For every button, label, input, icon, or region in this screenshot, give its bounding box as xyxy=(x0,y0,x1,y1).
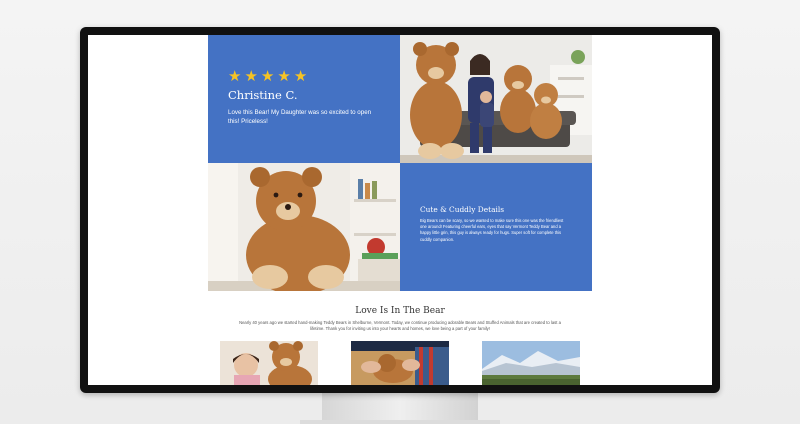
thumbnail-row xyxy=(88,341,712,385)
star-icon: ★ xyxy=(260,68,275,85)
star-rating: ★ ★ ★ ★ ★ xyxy=(228,69,380,84)
star-icon: ★ xyxy=(244,68,258,85)
hands-making-bear-thumbnail[interactable] xyxy=(351,341,449,385)
child-with-bear-thumbnail[interactable] xyxy=(220,341,318,385)
section-title: Love Is In The Bear xyxy=(355,306,445,316)
feature-grid: ★ ★ ★ ★ ★ Christine C. Love this Bear! M… xyxy=(208,35,592,291)
star-icon: ★ xyxy=(277,68,291,85)
vermont-mountains-thumbnail[interactable] xyxy=(482,341,580,385)
details-text: Big Bears can be scary, so we wanted to … xyxy=(420,218,564,242)
star-icon: ★ xyxy=(293,68,308,85)
details-title: Cute & Cuddly Details xyxy=(420,205,504,214)
family-with-bears-photo xyxy=(400,35,592,163)
monitor-frame: ★ ★ ★ ★ ★ Christine C. Love this Bear! M… xyxy=(80,27,720,393)
section-text: Nearly 40 years ago we started hand-maki… xyxy=(239,320,561,332)
review-card: ★ ★ ★ ★ ★ Christine C. Love this Bear! M… xyxy=(208,35,400,163)
details-card: Cute & Cuddly Details Big Bears can be s… xyxy=(400,163,592,291)
mockup-stage: ★ ★ ★ ★ ★ Christine C. Love this Bear! M… xyxy=(0,0,800,424)
giant-teddy-bear-photo xyxy=(208,163,400,291)
web-page[interactable]: ★ ★ ★ ★ ★ Christine C. Love this Bear! M… xyxy=(88,35,712,385)
review-text: Love this Bear! My Daughter was so excit… xyxy=(228,109,372,125)
reviewer-name: Christine C. xyxy=(228,88,298,102)
star-icon: ★ xyxy=(228,68,242,85)
monitor-stand-base xyxy=(300,420,500,424)
